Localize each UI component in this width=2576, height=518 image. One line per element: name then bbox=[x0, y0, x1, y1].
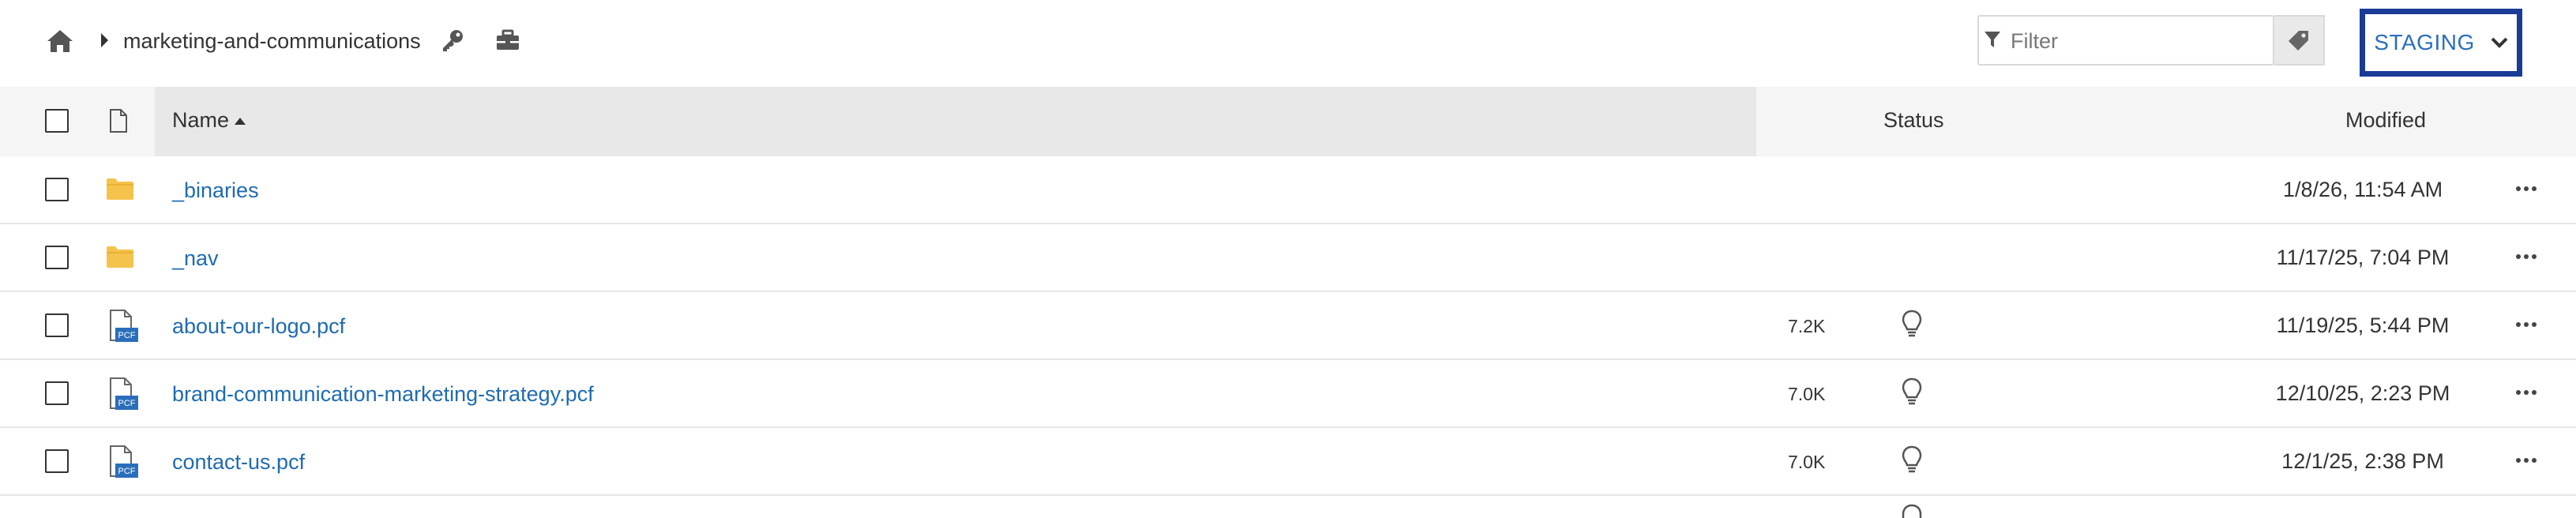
environment-dropdown[interactable]: STAGING bbox=[2360, 9, 2522, 77]
row-checkbox[interactable] bbox=[45, 449, 69, 473]
modified-date: 12/10/25, 2:23 PM bbox=[2275, 381, 2450, 405]
file-size: 7.0K bbox=[1788, 452, 1826, 472]
modified-date: 11/19/25, 5:44 PM bbox=[2276, 313, 2450, 337]
table-row[interactable]: PCF contact-us.pcf 7.0K 12/1/25, 2:38 PM bbox=[0, 428, 2576, 496]
tag-icon bbox=[2289, 31, 2308, 51]
table-row[interactable]: PCF brand-communication-marketing-strate… bbox=[0, 360, 2576, 428]
caret-right-icon bbox=[101, 33, 108, 47]
folder-icon bbox=[107, 178, 133, 200]
filter-icon bbox=[1985, 32, 2000, 47]
file-name-link[interactable]: about-our-logo.pcf bbox=[172, 313, 345, 340]
pcf-file-icon: PCF bbox=[110, 377, 138, 410]
sort-ascending-icon[interactable] bbox=[234, 117, 246, 126]
select-all-checkbox[interactable] bbox=[45, 109, 69, 133]
home-icon[interactable] bbox=[46, 28, 74, 54]
more-actions-icon[interactable] bbox=[2515, 253, 2537, 261]
lightbulb-icon[interactable] bbox=[1902, 445, 1922, 474]
lightbulb-icon[interactable] bbox=[1902, 310, 1922, 338]
file-name-link[interactable]: _nav bbox=[172, 245, 219, 272]
file-type-header-icon bbox=[110, 109, 127, 133]
row-checkbox[interactable] bbox=[45, 178, 69, 201]
chevron-down-icon bbox=[2491, 37, 2508, 48]
lightbulb-icon bbox=[1902, 504, 1922, 518]
top-toolbar: marketing-and-communications STAGING bbox=[0, 0, 2576, 87]
more-actions-icon[interactable] bbox=[2515, 321, 2537, 328]
row-checkbox[interactable] bbox=[45, 313, 69, 337]
folder-icon bbox=[107, 246, 133, 268]
name-column-header[interactable]: Name bbox=[172, 108, 229, 133]
more-actions-icon[interactable] bbox=[2515, 388, 2537, 396]
pcf-file-icon: PCF bbox=[110, 310, 138, 342]
more-actions-icon[interactable] bbox=[2515, 185, 2537, 193]
breadcrumb-current-folder: marketing-and-communications bbox=[123, 29, 421, 53]
environment-label: STAGING bbox=[2374, 30, 2475, 54]
file-name-link[interactable]: _binaries bbox=[172, 177, 259, 204]
file-name-link[interactable]: contact-us.pcf bbox=[172, 449, 305, 475]
table-row[interactable]: _binaries 1/8/26, 11:54 AM bbox=[0, 156, 2576, 224]
status-column-header[interactable]: Status bbox=[1883, 108, 1944, 133]
filter-input[interactable] bbox=[2009, 20, 2265, 62]
file-size: 7.2K bbox=[1788, 316, 1826, 336]
modified-date: 11/17/25, 7:04 PM bbox=[2276, 246, 2450, 269]
pcf-badge-label: PCF bbox=[118, 399, 136, 408]
modified-column-header[interactable]: Modified bbox=[2345, 108, 2426, 133]
row-checkbox[interactable] bbox=[45, 381, 69, 405]
toolbox-icon[interactable] bbox=[495, 29, 520, 51]
tag-filter-button[interactable] bbox=[2274, 15, 2325, 66]
pcf-badge-label: PCF bbox=[118, 467, 136, 476]
file-name-link[interactable]: brand-communication-marketing-strategy.p… bbox=[172, 381, 594, 407]
name-header-sorted-bg bbox=[155, 87, 1756, 156]
key-icon[interactable] bbox=[441, 28, 464, 52]
lightbulb-icon[interactable] bbox=[1902, 377, 1922, 406]
table-header: Name Status Modified bbox=[0, 87, 2576, 156]
modified-date: 1/8/26, 11:54 AM bbox=[2282, 178, 2443, 201]
pcf-file-icon: PCF bbox=[110, 445, 138, 478]
file-size: 7.0K bbox=[1788, 384, 1826, 404]
modified-date: 12/1/25, 2:38 PM bbox=[2281, 449, 2444, 473]
table-row[interactable]: PCF about-our-logo.pcf 7.2K 11/19/25, 5:… bbox=[0, 292, 2576, 360]
table-row[interactable]: _nav 11/17/25, 7:04 PM bbox=[0, 224, 2576, 292]
next-row-partial bbox=[0, 496, 2576, 518]
pcf-badge-label: PCF bbox=[118, 331, 136, 340]
more-actions-icon[interactable] bbox=[2515, 456, 2537, 464]
row-checkbox[interactable] bbox=[45, 246, 69, 269]
